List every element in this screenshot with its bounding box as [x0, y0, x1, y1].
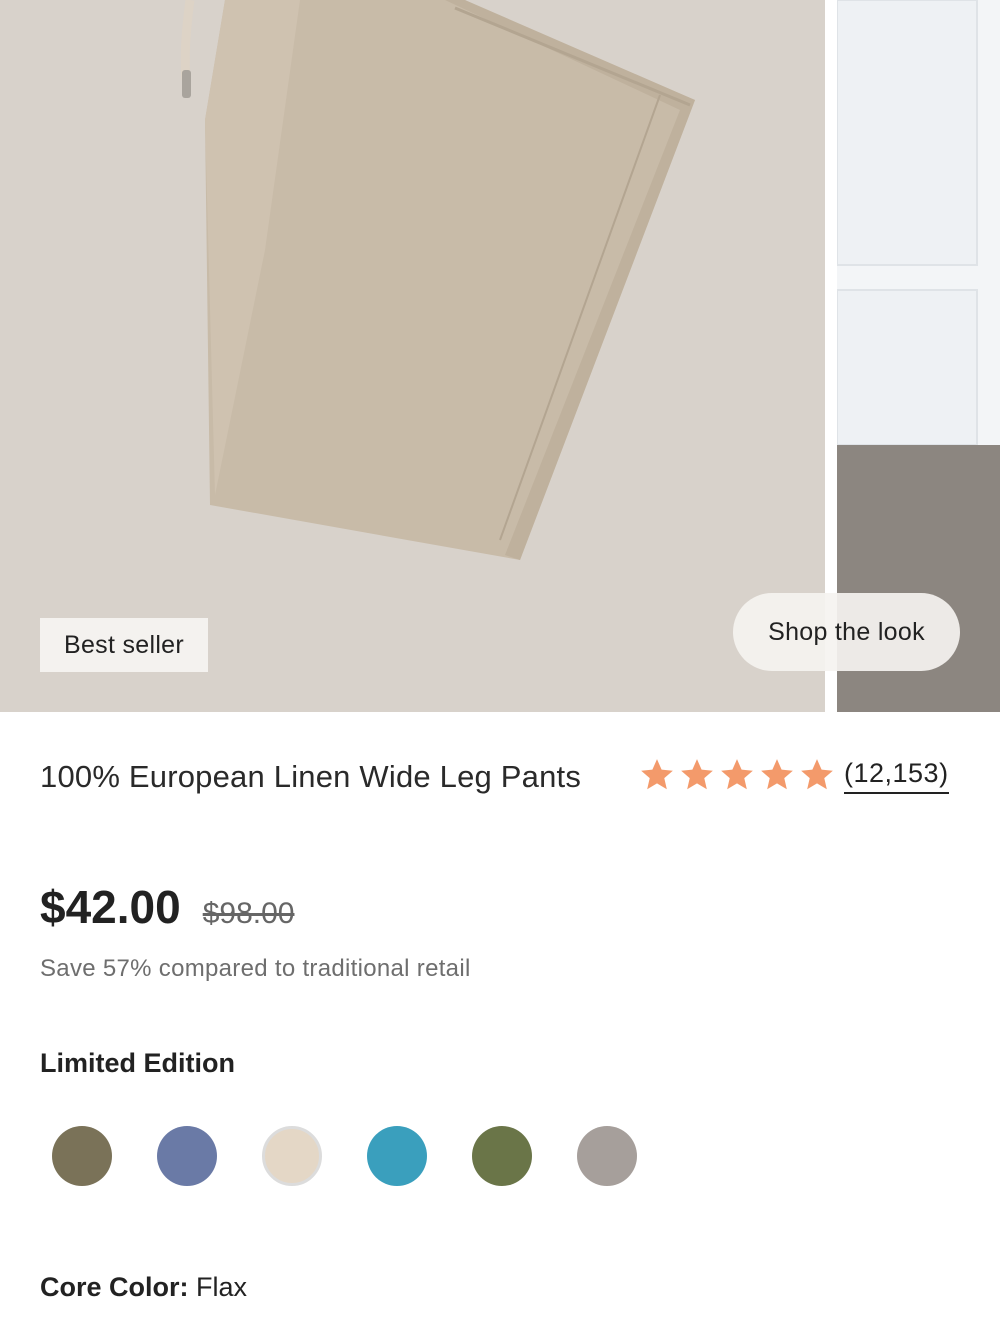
- original-price: $98.00: [202, 897, 295, 930]
- color-swatch[interactable]: [262, 1126, 322, 1186]
- linen-pants-image: [0, 0, 825, 712]
- color-swatch[interactable]: [472, 1126, 532, 1186]
- color-swatch[interactable]: [367, 1126, 427, 1186]
- core-color: Core Color: Flax: [40, 1272, 247, 1303]
- star-icon: [801, 759, 833, 790]
- savings-text: Save 57% compared to traditional retail: [40, 955, 471, 982]
- star-icon: [681, 759, 713, 790]
- core-color-label: Core Color:: [40, 1272, 189, 1302]
- shop-the-look-button[interactable]: Shop the look: [733, 593, 960, 671]
- limited-edition-label: Limited Edition: [40, 1048, 235, 1078]
- color-swatches: [52, 1126, 637, 1186]
- color-swatch[interactable]: [157, 1126, 217, 1186]
- sale-price: $42.00: [40, 881, 181, 933]
- rating-stars: [638, 756, 836, 794]
- star-icon: [641, 759, 673, 790]
- best-seller-badge: Best seller: [40, 618, 208, 672]
- star-icon: [761, 759, 793, 790]
- product-title: 100% European Linen Wide Leg Pants: [40, 759, 582, 794]
- product-image-main[interactable]: Best seller: [0, 0, 825, 712]
- color-swatch[interactable]: [577, 1126, 637, 1186]
- price-row: $42.00 $98.00: [40, 880, 294, 934]
- review-count-link[interactable]: (12,153): [844, 756, 949, 794]
- core-color-value: Flax: [196, 1272, 248, 1302]
- image-gallery[interactable]: Best seller Shop the look: [0, 0, 1000, 712]
- color-swatch[interactable]: [52, 1126, 112, 1186]
- star-icon: [721, 759, 753, 790]
- product-rating[interactable]: (12,153): [638, 756, 949, 794]
